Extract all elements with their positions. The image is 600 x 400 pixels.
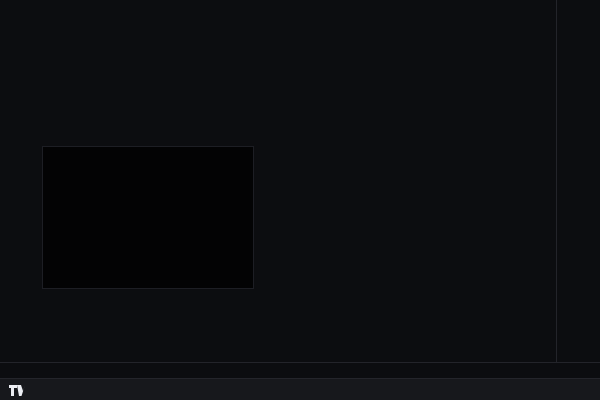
pasted-image-overlay[interactable]: [42, 146, 254, 289]
bottom-toolbar: [0, 378, 600, 400]
tradingview-logo-icon: [9, 384, 25, 397]
time-axis[interactable]: [0, 362, 600, 379]
tradingview-window: [0, 0, 600, 400]
inset-chart-svg: [43, 147, 253, 288]
tradingview-logo[interactable]: [9, 384, 30, 397]
symbol-legend[interactable]: [6, 4, 30, 13]
price-axis[interactable]: [556, 0, 600, 362]
